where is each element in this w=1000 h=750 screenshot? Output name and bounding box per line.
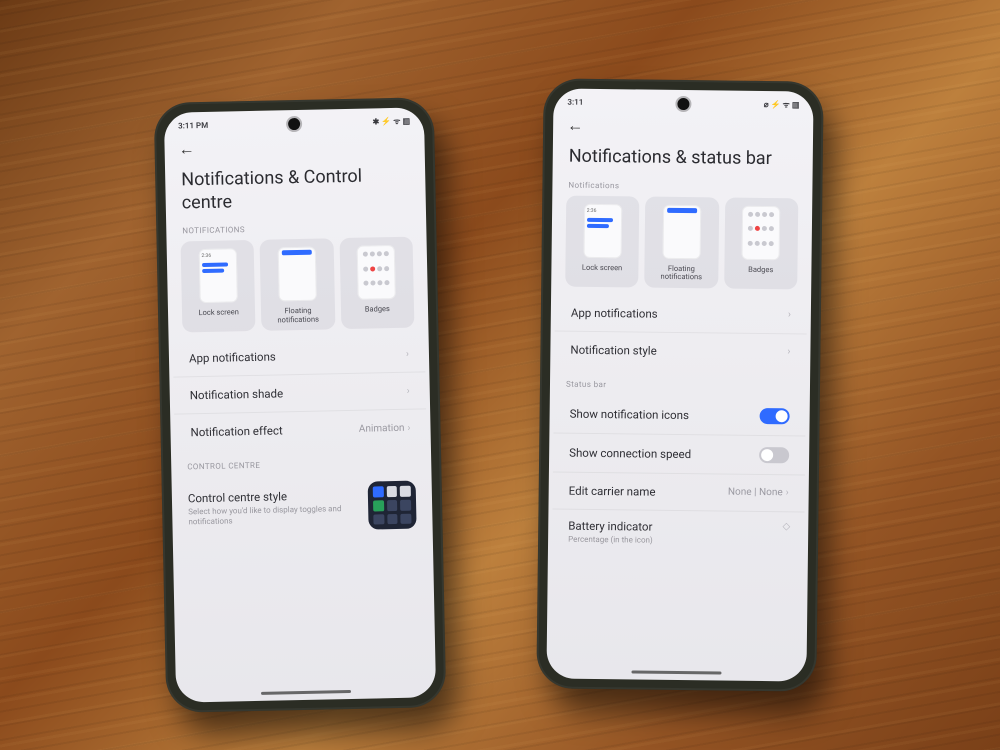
- row-notification-style[interactable]: Notification style ›: [554, 331, 806, 370]
- screen-right: 3:11 ⌀ ⚡ ᯤ ▥ ← Notifications & status ba…: [546, 88, 813, 681]
- notification-cards: 2:36 Lock screen Floating notifications: [167, 236, 429, 341]
- chevron-right-icon: ›: [786, 488, 789, 499]
- card-lock-screen[interactable]: 2:36 Lock screen: [565, 195, 639, 287]
- home-indicator[interactable]: [631, 670, 721, 674]
- card-label: Lock screen: [198, 308, 238, 317]
- row-control-centre-style[interactable]: Control centre style Select how you'd li…: [171, 473, 432, 538]
- card-floating[interactable]: Floating notifications: [645, 196, 719, 288]
- camera-hole: [677, 98, 689, 110]
- row-show-notification-icons[interactable]: Show notification icons: [553, 394, 805, 436]
- card-label: Floating notifications: [661, 264, 703, 282]
- card-lock-screen[interactable]: 2:36 Lock screen: [181, 240, 256, 333]
- back-icon[interactable]: ←: [567, 116, 583, 135]
- chevron-right-icon: ›: [787, 347, 790, 358]
- row-show-connection-speed[interactable]: Show connection speed: [553, 433, 805, 475]
- cc-style-thumbnail-icon: [368, 481, 417, 530]
- chevron-right-icon: ›: [407, 422, 410, 433]
- card-label: Badges: [748, 265, 773, 274]
- card-badges[interactable]: Badges: [339, 237, 414, 330]
- row-app-notifications[interactable]: App notifications ›: [173, 336, 426, 378]
- row-notification-shade[interactable]: Notification shade ›: [173, 373, 426, 415]
- status-time: 3:11 PM: [178, 121, 208, 131]
- up-down-icon: ◇: [783, 521, 789, 532]
- page-title: Notifications & status bar: [553, 139, 813, 181]
- toggle-switch[interactable]: [759, 447, 789, 463]
- card-label: Lock screen: [582, 263, 622, 272]
- status-time: 3:11: [567, 98, 583, 107]
- page-title: Notifications & Control centre: [165, 158, 426, 224]
- chevron-right-icon: ›: [407, 385, 410, 396]
- back-row: ←: [553, 111, 813, 142]
- settings-list: App notifications › Notification style ›: [550, 294, 811, 370]
- phone-left: 3:11 PM ✱ ⚡ ᯤ ▥ ← Notifications & Contro…: [154, 97, 447, 713]
- status-icons: ✱ ⚡ ᯤ ▥: [372, 116, 410, 128]
- row-battery-indicator[interactable]: Battery indicator Percentage (in the ico…: [552, 509, 805, 555]
- card-floating[interactable]: Floating notifications: [260, 238, 335, 331]
- card-label: Floating notifications: [277, 307, 319, 325]
- home-indicator[interactable]: [261, 690, 351, 695]
- back-icon[interactable]: ←: [178, 139, 194, 158]
- row-edit-carrier-name[interactable]: Edit carrier name None | None›: [552, 472, 804, 512]
- cc-title: Control centre style: [188, 488, 358, 506]
- notification-cards: 2:36 Lock screen Floating notifications: [551, 195, 812, 297]
- phone-right: 3:11 ⌀ ⚡ ᯤ ▥ ← Notifications & status ba…: [536, 78, 823, 691]
- card-badges[interactable]: Badges: [724, 197, 798, 289]
- toggle-switch[interactable]: [760, 408, 790, 424]
- settings-list: App notifications › Notification shade ›…: [169, 336, 431, 451]
- row-app-notifications[interactable]: App notifications ›: [555, 294, 807, 334]
- status-icons: ⌀ ⚡ ᯤ ▥: [764, 99, 800, 110]
- chevron-right-icon: ›: [406, 348, 409, 359]
- cc-subtitle: Select how you'd like to display toggles…: [188, 504, 358, 528]
- card-label: Badges: [365, 305, 390, 314]
- row-notification-effect[interactable]: Notification effect Animation›: [174, 410, 427, 451]
- status-bar-list: Show notification icons Show connection …: [548, 394, 810, 555]
- screen-left: 3:11 PM ✱ ⚡ ᯤ ▥ ← Notifications & Contro…: [164, 107, 436, 702]
- chevron-right-icon: ›: [788, 310, 791, 321]
